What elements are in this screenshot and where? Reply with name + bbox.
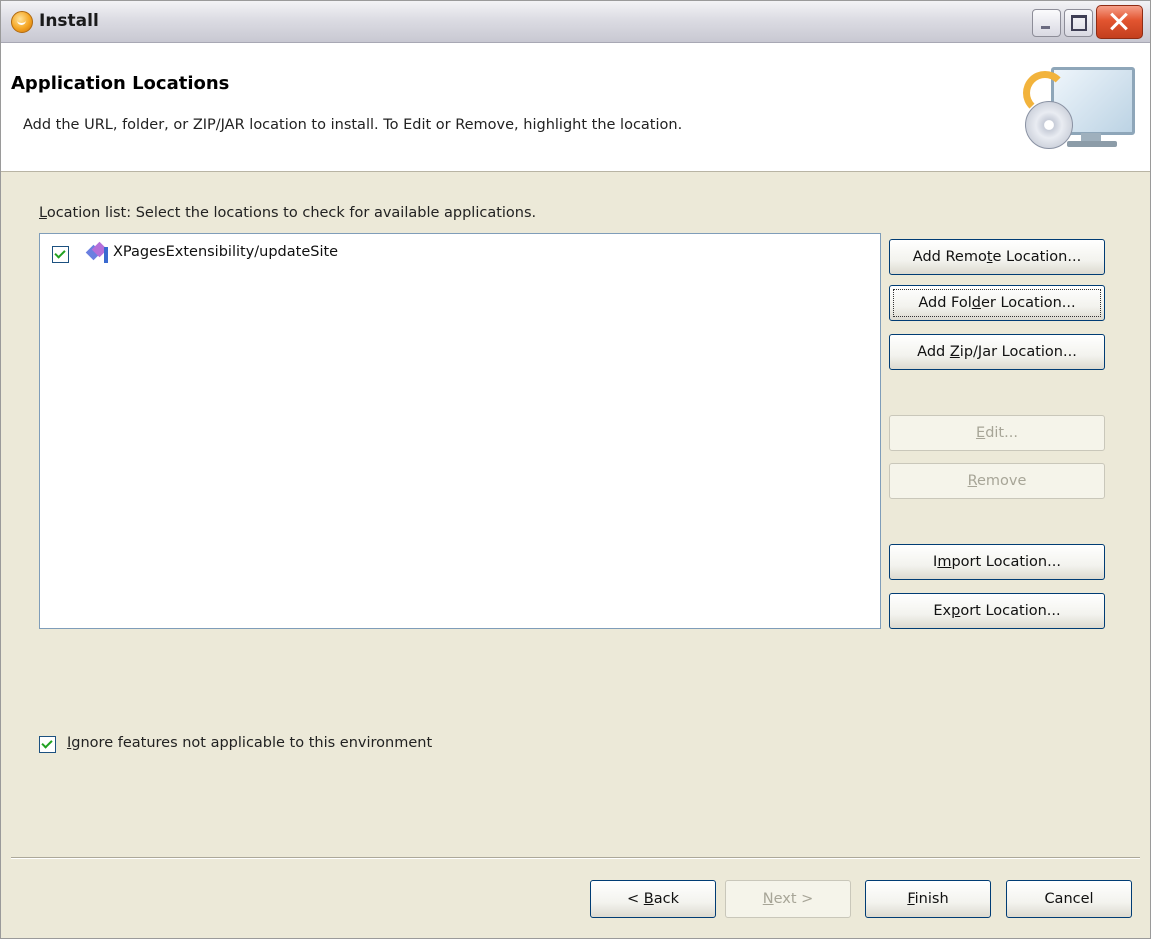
maximize-button[interactable] [1064,9,1093,37]
install-wizard-icon [1019,65,1139,165]
window-title: Install [39,11,99,31]
next-button[interactable]: Next > [725,880,851,918]
ignore-features-label[interactable]: Ignore features not applicable to this e… [67,735,432,751]
wizard-header: Application Locations Add the URL, folde… [1,43,1150,172]
page-description: Add the URL, folder, or ZIP/JAR location… [23,117,683,133]
minimize-button[interactable] [1032,9,1061,37]
edit-button[interactable]: Edit... [889,415,1105,451]
app-logo-icon [11,11,33,33]
add-folder-location-button[interactable]: Add Folder Location... [889,285,1105,321]
ignore-features-checkbox[interactable] [39,736,56,753]
update-site-icon [85,241,110,264]
remove-button[interactable]: Remove [889,463,1105,499]
install-dialog: Install Application Locations Add the UR… [0,0,1151,939]
location-label: XPagesExtensibility/updateSite [113,244,339,260]
location-list-label: Location list: Select the locations to c… [39,205,537,221]
export-location-button[interactable]: Export Location... [889,593,1105,629]
back-button[interactable]: < Back [590,880,716,918]
location-list[interactable]: XPagesExtensibility/updateSite [39,233,881,629]
close-button[interactable] [1096,5,1143,39]
cancel-button[interactable]: Cancel [1006,880,1132,918]
finish-button[interactable]: Finish [865,880,991,918]
title-bar[interactable]: Install [1,1,1150,43]
add-remote-location-button[interactable]: Add Remote Location... [889,239,1105,275]
footer-separator [11,857,1140,859]
location-checkbox[interactable] [52,246,69,263]
add-zip-jar-location-button[interactable]: Add Zip/Jar Location... [889,334,1105,370]
page-title: Application Locations [11,73,230,94]
import-location-button[interactable]: Import Location... [889,544,1105,580]
